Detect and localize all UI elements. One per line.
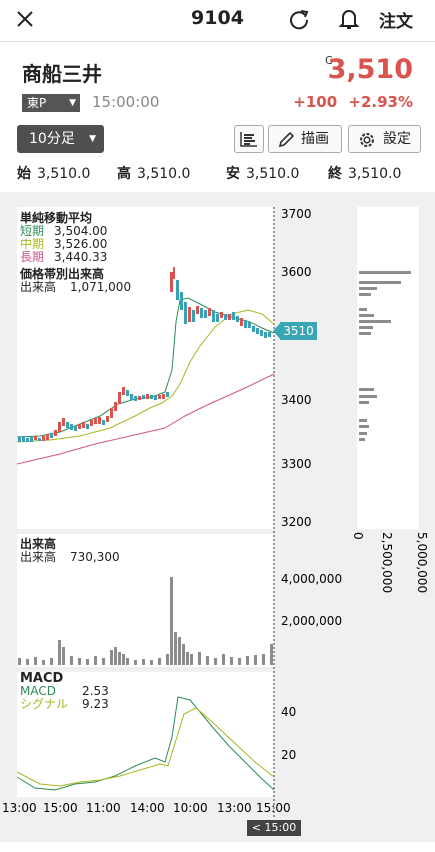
refresh-icon[interactable] [288, 8, 310, 30]
close-label: 終 [328, 166, 342, 182]
interval-label: 10分足 [29, 131, 75, 147]
mid-value: 3,526.00 [54, 237, 108, 251]
indicator-list-button[interactable] [234, 125, 264, 153]
exchange-select[interactable]: 東P ▼ [22, 94, 80, 112]
gear-icon [360, 133, 374, 147]
low-value: 3,510.0 [246, 166, 300, 182]
settings-button[interactable]: 設定 [348, 125, 421, 153]
volume-tick: 2,000,000 [281, 614, 342, 628]
price-change: +100 +2.93% [293, 93, 413, 111]
bell-icon[interactable] [338, 7, 360, 31]
vp-tick: 2,500,000 [380, 532, 394, 593]
ohlc-low: 安 3,510.0 [226, 163, 299, 183]
chevron-down-icon: ▼ [69, 98, 76, 108]
close-value: 3,510.0 [348, 166, 402, 182]
high-label: 高 [117, 166, 131, 182]
price-tick: 3300 [281, 457, 312, 471]
current-price: 3,510 [327, 54, 413, 85]
ohlc-close: 終 3,510.0 [328, 163, 401, 183]
open-label: 始 [17, 166, 31, 182]
open-value: 3,510.0 [37, 166, 91, 182]
price-tick: 3200 [281, 515, 312, 529]
pencil-icon [278, 131, 295, 148]
time-tick: 13:00 [2, 801, 37, 815]
cursor-time-label[interactable]: < 15:00 > [247, 820, 301, 850]
macd-value: 2.53 [82, 684, 109, 698]
macd-tick: 20 [281, 748, 296, 762]
time-tick: 14:00 [130, 801, 165, 815]
volume-legend: 出来高 出来高 730,300 [20, 538, 124, 568]
interval-select[interactable]: 10分足 ▼ [17, 125, 104, 153]
draw-button[interactable]: 描画 [268, 125, 342, 153]
time-tick: 15:00 [43, 801, 78, 815]
time-tick: 15:00 [256, 801, 291, 815]
vp-label: 出来高 [20, 280, 57, 294]
price-time: 15:00:00 [92, 93, 160, 111]
volume-value: 730,300 [70, 550, 120, 564]
time-tick: 10:00 [173, 801, 208, 815]
long-value: 3,440.33 [54, 250, 108, 264]
header-divider [0, 41, 435, 42]
ohlc-open: 始 3,510.0 [17, 163, 90, 183]
time-tick: 11:00 [86, 801, 121, 815]
sma-legend: 単純移動平均 短期 3,504.00 中期 3,526.00 長期 3,440.33 … [20, 210, 154, 310]
signal-value: 9.23 [82, 697, 109, 711]
vp-tick: 5,000,000 [415, 532, 429, 593]
short-value: 3,504.00 [54, 224, 108, 238]
draw-label: 描画 [301, 131, 329, 147]
page-title: 9104 [191, 7, 244, 29]
macd-tick: 40 [281, 705, 296, 719]
ohlc-high: 高 3,510.0 [117, 163, 190, 183]
list-icon [240, 132, 257, 147]
change-percent: +2.93% [348, 93, 413, 111]
price-tick: 3400 [281, 393, 312, 407]
current-price-tag: 3510 [280, 322, 317, 340]
volume-profile-panel [357, 207, 419, 529]
price-tick: 3600 [281, 265, 312, 279]
price-tick: 3700 [281, 207, 312, 221]
top-bar: 9104 注文 [0, 0, 435, 40]
vp-value: 1,071,000 [70, 280, 132, 294]
macd-legend: MACD MACD 2.53 シグナル 9.23 [20, 672, 118, 716]
time-tick: 13:00 [217, 801, 252, 815]
low-label: 安 [226, 166, 240, 182]
order-button[interactable]: 注文 [379, 7, 413, 32]
chevron-down-icon: ▼ [89, 134, 96, 144]
stock-name: 商船三井 [22, 62, 102, 86]
volume-label: 出来高 [20, 550, 57, 564]
change-value: +100 [293, 93, 338, 111]
settings-label: 設定 [383, 131, 411, 147]
high-value: 3,510.0 [137, 166, 191, 182]
vp-tick: 0 [351, 532, 365, 540]
exchange-label: 東P [27, 96, 47, 110]
signal-label: シグナル [20, 697, 69, 711]
volume-tick: 4,000,000 [281, 572, 342, 586]
long-label: 長期 [20, 250, 45, 264]
